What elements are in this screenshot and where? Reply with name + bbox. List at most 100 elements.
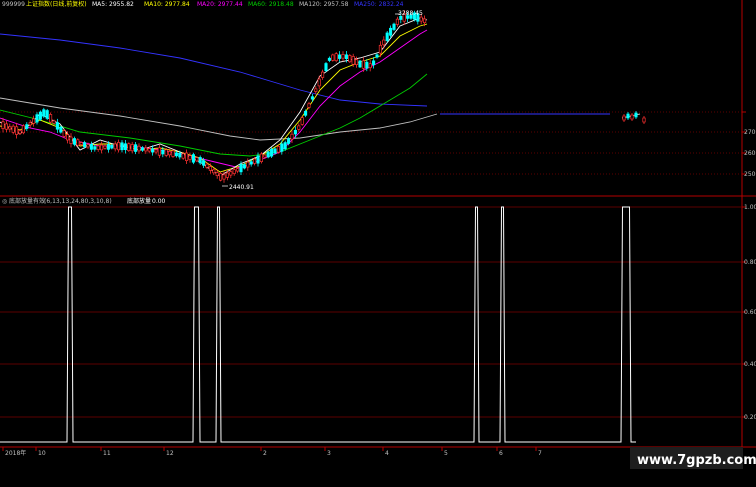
candle-body xyxy=(304,110,308,116)
candle-body xyxy=(242,164,246,169)
indicator-output-label: 底部放量 xyxy=(127,197,151,205)
candle-body xyxy=(123,143,127,151)
candle-body xyxy=(89,143,93,150)
candle-body xyxy=(225,172,229,178)
time-axis-label: 3 xyxy=(327,450,331,457)
candle-body xyxy=(45,110,49,119)
candle-body xyxy=(317,78,321,87)
candle-body xyxy=(642,117,646,123)
ma10-line xyxy=(0,23,428,173)
time-axis-label: 2 xyxy=(263,450,267,457)
candle-body xyxy=(385,32,389,41)
candle-body xyxy=(270,148,274,157)
candle-body xyxy=(215,172,219,176)
candle-body xyxy=(144,147,148,152)
candle-body xyxy=(395,18,399,25)
candle-body xyxy=(348,55,352,63)
indicator-axis-label: 0.80 xyxy=(744,259,756,266)
ma20-line xyxy=(0,29,428,169)
candle-body xyxy=(198,157,202,164)
candle-body xyxy=(259,153,263,163)
candle-body xyxy=(331,54,335,61)
chart-grid xyxy=(0,0,756,448)
candle-body xyxy=(140,147,144,151)
indicator-panel[interactable] xyxy=(0,206,636,443)
candle-body xyxy=(232,169,236,174)
candle-body xyxy=(83,142,87,148)
candle-body xyxy=(49,114,53,123)
candle-body xyxy=(127,143,131,151)
indicator-axis-label: 0.40 xyxy=(744,361,756,368)
candle-body xyxy=(52,120,56,124)
ma-legend-item: MA10: 2977.84 xyxy=(144,1,190,8)
candle-body xyxy=(185,152,189,161)
time-axis-label: 7 xyxy=(538,450,542,457)
time-axis: 2018年 10 11 12 2 3 4 5 6 7 xyxy=(2,447,542,457)
candle-body xyxy=(630,114,634,120)
candle-body xyxy=(368,63,372,69)
time-axis-label: 10 xyxy=(38,450,46,457)
candle-body xyxy=(157,147,161,156)
candle-body xyxy=(55,122,59,130)
candle-body xyxy=(229,171,233,176)
candle-body xyxy=(327,57,331,61)
candle-body xyxy=(38,111,42,120)
time-axis-label: 6 xyxy=(499,450,503,457)
candle-body xyxy=(1,121,5,130)
candle-body xyxy=(310,96,314,100)
time-axis-label: 11 xyxy=(103,450,111,457)
candle-body xyxy=(297,125,301,130)
indicator-axis-label: 0.20 xyxy=(744,414,756,421)
stock-name: 上证指数(日线,前复权) xyxy=(26,0,87,8)
candle-body xyxy=(263,154,267,158)
watermark: www.7gpzb.com xyxy=(637,453,756,468)
candle-body xyxy=(382,39,386,46)
candle-body xyxy=(300,117,304,125)
candle-body xyxy=(212,169,216,174)
candle-body xyxy=(361,60,365,69)
indicator-output-value: 0.00 xyxy=(152,198,166,205)
candle-body xyxy=(287,138,291,144)
candle-body xyxy=(344,54,348,60)
candle-body xyxy=(62,130,66,137)
candlesticks xyxy=(1,9,646,183)
candle-body xyxy=(21,125,25,134)
indicator-axis-label: 0.60 xyxy=(744,309,756,316)
price-axis-label: 2600 xyxy=(744,150,756,157)
ma-legend: MA5: 2955.82 MA10: 2977.84 MA20: 2977.44 MA… xyxy=(92,1,404,8)
candle-body xyxy=(181,153,185,159)
candle-body xyxy=(117,142,121,151)
candle-body xyxy=(106,144,110,150)
candle-body xyxy=(11,125,15,133)
candle-body xyxy=(191,154,195,163)
candle-body xyxy=(236,168,240,172)
candle-body xyxy=(365,61,369,69)
candle-body xyxy=(96,145,100,150)
candle-body xyxy=(161,149,165,155)
candle-body xyxy=(147,148,151,152)
candle-body xyxy=(249,161,253,165)
candle-body xyxy=(389,27,393,36)
candle-body xyxy=(634,112,638,118)
candle-body xyxy=(622,115,626,121)
candle-body xyxy=(293,129,297,135)
candle-body xyxy=(120,142,124,151)
signal-line xyxy=(0,206,636,443)
candle-body xyxy=(392,23,396,30)
candle-body xyxy=(202,160,206,166)
candle-body xyxy=(208,166,212,171)
indicator-marker-icon: ◎ xyxy=(2,198,7,205)
candle-body xyxy=(280,143,284,152)
indicator-params: (6,13,13,24,80,3,10,8) xyxy=(44,198,112,205)
candle-body xyxy=(151,148,155,153)
indicator-axis: 1.00 0.80 0.60 0.40 0.20 xyxy=(742,204,756,421)
candle-body xyxy=(276,146,280,153)
ma60-line xyxy=(0,73,428,157)
price-panel[interactable]: 3288.45 2440.91 xyxy=(0,9,646,191)
candle-body xyxy=(290,133,294,140)
candle-body xyxy=(72,138,76,145)
candle-body xyxy=(59,126,63,133)
price-axis: 2700 2600 2500 xyxy=(742,111,756,178)
time-axis-label: 4 xyxy=(385,450,389,457)
stock-chart[interactable]: 3288.45 2440.91 999999 上证指数(日线,前复权) MA5: … xyxy=(0,0,756,487)
